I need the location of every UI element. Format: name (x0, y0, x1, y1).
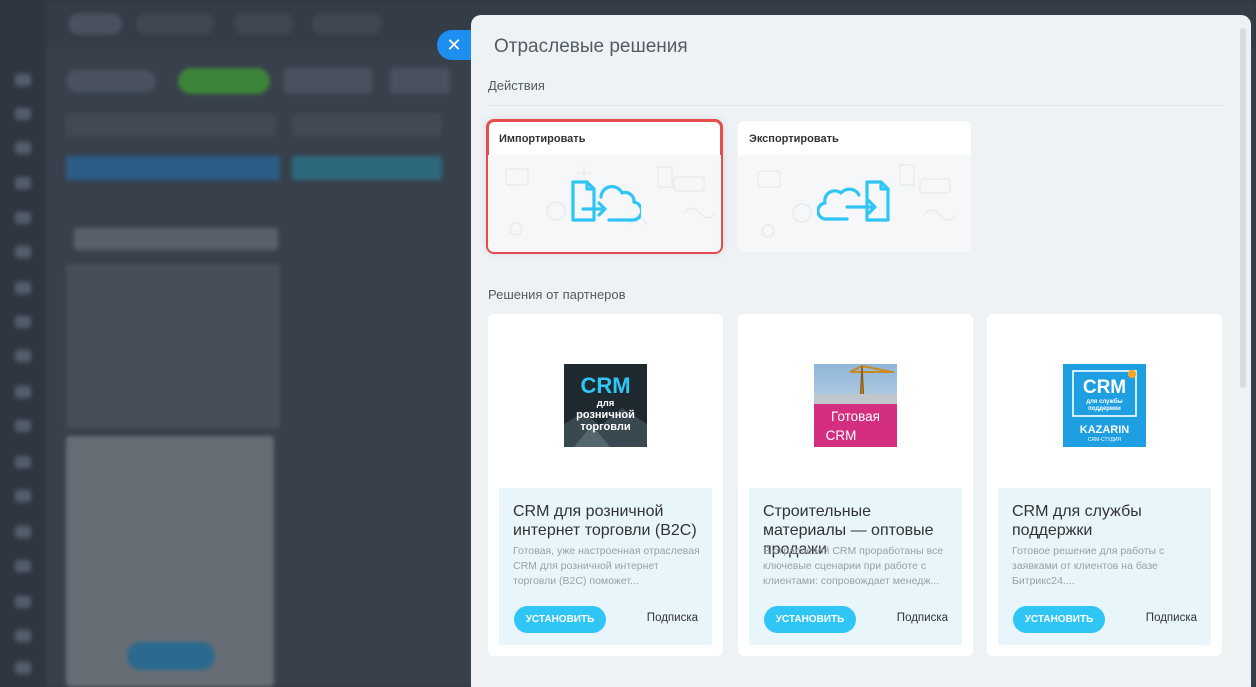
import-card-label: Импортировать (499, 133, 586, 145)
partner-info: Строительные материалы — оптовые продажи… (749, 488, 962, 645)
import-cloud-icon (569, 179, 643, 228)
construction-logo-text: CRM (826, 428, 857, 443)
support-logo-text: CRM (1083, 377, 1126, 398)
subscription-label: Подписка (646, 612, 698, 624)
support-logo-text: для службы (1086, 398, 1122, 405)
partner-info: CRM для розничной интернет торговли (B2C… (499, 488, 712, 645)
install-button[interactable]: УСТАНОВИТЬ (764, 606, 856, 633)
partner-card-retail[interactable]: CRM для розничной торговли CRM для розни… (488, 314, 723, 656)
panel-scrollbar[interactable] (1240, 28, 1246, 388)
install-button[interactable]: УСТАНОВИТЬ (1013, 606, 1105, 633)
partner-description: Готовое решение для работы с заявками от… (1012, 545, 1165, 587)
partner-title: CRM для службы поддержки (1012, 503, 1142, 539)
section-divider (488, 105, 1222, 106)
background-left-menu (0, 0, 46, 687)
industry-solutions-panel: Отраслевые решения Действия Импортироват… (471, 15, 1251, 687)
support-logo-text: поддержки (1088, 406, 1121, 412)
export-card[interactable]: Экспортировать (738, 121, 971, 252)
partner-title: CRM для розничной интернет торговли (B2C… (513, 503, 697, 539)
support-logo-text: CRM-СТУДИЯ (1088, 437, 1121, 443)
retail-logo-text: торговли (580, 421, 630, 433)
support-crm-logo: CRM для службы поддержки KAZARIN CRM-СТУ… (1063, 364, 1146, 447)
construction-logo-text: Готовая (831, 409, 880, 424)
panel-title: Отраслевые решения (494, 36, 688, 57)
partner-description: В отраслевой CRM проработаны все ключевы… (763, 545, 944, 587)
support-logo-text: KAZARIN (1080, 424, 1130, 436)
install-button[interactable]: УСТАНОВИТЬ (514, 606, 606, 633)
subscription-label: Подписка (1145, 612, 1197, 624)
retail-logo-text: CRM (580, 373, 630, 398)
subscription-label: Подписка (896, 612, 948, 624)
export-card-label: Экспортировать (749, 133, 839, 145)
partner-card-construction[interactable]: Готовая CRM Строительные материалы — опт… (738, 314, 973, 656)
export-cloud-icon (815, 179, 893, 228)
background-button (127, 642, 215, 670)
construction-crm-logo: Готовая CRM (814, 364, 897, 447)
partner-card-support[interactable]: CRM для службы поддержки KAZARIN CRM-СТУ… (987, 314, 1222, 656)
partners-section-label: Решения от партнеров (488, 287, 626, 302)
partner-info: CRM для службы поддержки Готовое решение… (998, 488, 1211, 645)
actions-section-label: Действия (488, 78, 545, 93)
close-icon: ✕ (446, 35, 462, 55)
retail-logo-text: для (597, 398, 615, 409)
retail-logo-text: розничной (576, 409, 635, 421)
import-card[interactable]: Импортировать (486, 119, 723, 254)
partner-description: Готовая, уже настроенная отраслевая CRM … (513, 545, 700, 587)
retail-crm-logo: CRM для розничной торговли (564, 364, 647, 447)
